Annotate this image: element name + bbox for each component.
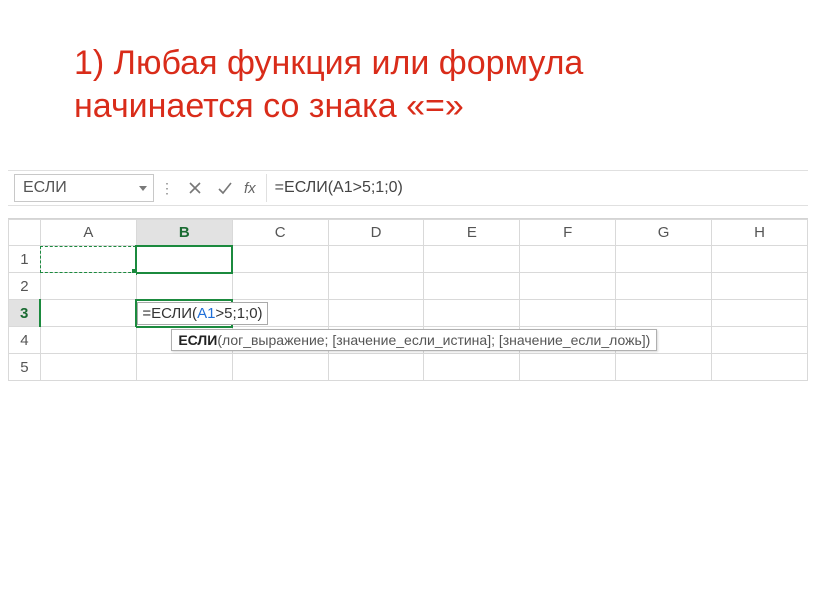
cell-F2[interactable] — [520, 273, 616, 300]
cancel-button[interactable] — [180, 174, 210, 202]
cell-E3[interactable] — [424, 300, 520, 327]
name-box[interactable]: ЕСЛИ — [14, 174, 154, 202]
cell-A5[interactable] — [40, 354, 136, 381]
select-all-corner[interactable] — [9, 220, 41, 246]
cell-A4[interactable] — [40, 327, 136, 354]
cell-E1[interactable] — [424, 246, 520, 273]
excel-screenshot: ЕСЛИ ⋮ fx =ЕСЛИ(A1>5;1;0) A B C D E F G … — [8, 170, 808, 381]
formula-cell-ref: A1 — [197, 305, 215, 322]
col-header-E[interactable]: E — [424, 220, 520, 246]
cell-C5[interactable] — [232, 354, 328, 381]
cell-G1[interactable] — [616, 246, 712, 273]
cell-D1[interactable] — [328, 246, 424, 273]
cell-F5[interactable] — [520, 354, 616, 381]
cell-E2[interactable] — [424, 273, 520, 300]
cell-E5[interactable] — [424, 354, 520, 381]
row-header-4[interactable]: 4 — [9, 327, 41, 354]
cell-editor[interactable]: =ЕСЛИ(A1>5;1;0) — [137, 302, 267, 325]
chevron-down-icon[interactable] — [139, 186, 147, 191]
fx-icon[interactable]: fx — [244, 180, 256, 197]
vertical-dots-icon: ⋮ — [154, 180, 180, 197]
row-header-3[interactable]: 3 — [9, 300, 41, 327]
col-header-G[interactable]: G — [616, 220, 712, 246]
cell-C2[interactable] — [232, 273, 328, 300]
cell-D5[interactable] — [328, 354, 424, 381]
slide-title: 1) Любая функция или формула начинается … — [74, 42, 714, 127]
cell-G5[interactable] — [616, 354, 712, 381]
cell-A3[interactable] — [40, 300, 136, 327]
formula-input[interactable]: =ЕСЛИ(A1>5;1;0) — [266, 174, 802, 202]
col-header-C[interactable]: C — [232, 220, 328, 246]
cell-F1[interactable] — [520, 246, 616, 273]
col-header-B[interactable]: B — [136, 220, 232, 246]
cell-D2[interactable] — [328, 273, 424, 300]
cell-G3[interactable] — [616, 300, 712, 327]
col-header-H[interactable]: H — [712, 220, 808, 246]
cell-H4[interactable] — [712, 327, 808, 354]
formula-suffix: >5;1;0) — [215, 305, 262, 322]
cell-H5[interactable] — [712, 354, 808, 381]
formula-bar: ЕСЛИ ⋮ fx =ЕСЛИ(A1>5;1;0) — [8, 170, 808, 206]
spreadsheet-grid: A B C D E F G H 1 2 — [8, 218, 808, 381]
cell-A1[interactable] — [40, 246, 136, 273]
col-header-A[interactable]: A — [40, 220, 136, 246]
cell-B3[interactable]: =ЕСЛИ(A1>5;1;0) ЕСЛИ(лог_выражение; [зна… — [136, 300, 232, 327]
tooltip-args: (лог_выражение; [значение_если_истина]; … — [217, 332, 650, 348]
cell-F3[interactable] — [520, 300, 616, 327]
cell-H2[interactable] — [712, 273, 808, 300]
col-header-F[interactable]: F — [520, 220, 616, 246]
name-box-value: ЕСЛИ — [23, 179, 67, 197]
enter-button[interactable] — [210, 174, 240, 202]
cell-B5[interactable] — [136, 354, 232, 381]
cell-C1[interactable] — [232, 246, 328, 273]
cell-H3[interactable] — [712, 300, 808, 327]
cell-A2[interactable] — [40, 273, 136, 300]
cell-B1[interactable] — [136, 246, 232, 273]
row-header-5[interactable]: 5 — [9, 354, 41, 381]
cell-H1[interactable] — [712, 246, 808, 273]
function-tooltip: ЕСЛИ(лог_выражение; [значение_если_истин… — [171, 329, 657, 351]
tooltip-fname: ЕСЛИ — [178, 332, 217, 348]
row-header-2[interactable]: 2 — [9, 273, 41, 300]
col-header-D[interactable]: D — [328, 220, 424, 246]
row-header-1[interactable]: 1 — [9, 246, 41, 273]
formula-prefix: =ЕСЛИ( — [142, 305, 197, 322]
cell-G2[interactable] — [616, 273, 712, 300]
cell-D3[interactable] — [328, 300, 424, 327]
cell-B2[interactable] — [136, 273, 232, 300]
